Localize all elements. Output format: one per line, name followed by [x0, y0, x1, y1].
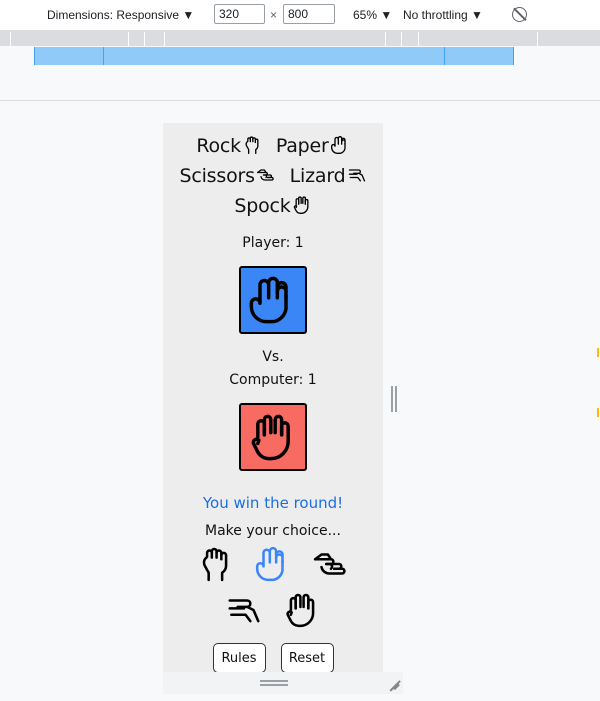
vulcan-salute-icon: [247, 411, 299, 463]
dimension-separator: ×: [270, 8, 278, 22]
open-hand-icon: [330, 135, 350, 155]
action-buttons: Rules Reset: [163, 643, 383, 672]
choice-row-top: [163, 545, 383, 583]
bottom-resize-handle[interactable]: [260, 680, 288, 686]
fist-icon: [242, 135, 262, 155]
pointing-hand-icon: [312, 545, 350, 583]
computer-choice-card: [239, 403, 307, 471]
edge-marker: [597, 408, 599, 417]
vulcan-salute-icon: [283, 591, 321, 629]
computer-score: Computer: 1: [229, 372, 317, 388]
rotate-icon[interactable]: [512, 7, 527, 22]
media-query-ruler[interactable]: [0, 30, 600, 46]
dimensions-dropdown[interactable]: Dimensions: Responsive ▼: [47, 0, 194, 30]
rules-button[interactable]: Rules: [212, 643, 266, 672]
reset-button[interactable]: Reset: [280, 643, 334, 672]
device-toolbar: Dimensions: Responsive ▼ × 65% ▼ No thro…: [0, 0, 600, 30]
choice-rock-button[interactable]: [196, 545, 234, 583]
vs-label: Vs.: [262, 349, 284, 365]
fist-icon: [196, 545, 234, 583]
title-word-scissors: Scissors: [180, 161, 276, 191]
choice-paper-button[interactable]: [254, 545, 292, 583]
breakpoint-bar[interactable]: [34, 47, 514, 65]
title-word-paper: Paper: [276, 131, 350, 161]
title-word-spock: Spock: [234, 191, 311, 221]
zoom-dropdown[interactable]: 65% ▼: [353, 0, 392, 30]
height-input[interactable]: [283, 4, 335, 24]
width-input[interactable]: [214, 4, 265, 24]
open-hand-icon: [247, 274, 299, 326]
choice-spock-button[interactable]: [283, 591, 321, 629]
edge-marker: [597, 348, 599, 357]
toolbar-divider: [0, 100, 600, 101]
title-word-lizard: Lizard: [290, 161, 367, 191]
open-hand-icon: [254, 545, 292, 583]
player-score: Player: 1: [242, 235, 304, 251]
choice-lizard-button[interactable]: [225, 591, 263, 629]
pointing-hand-icon: [256, 165, 276, 185]
vulcan-salute-icon: [292, 195, 312, 215]
choice-scissors-button[interactable]: [312, 545, 350, 583]
corner-resize-handle[interactable]: [387, 676, 401, 690]
choice-prompt: Make your choice...: [205, 523, 341, 539]
lizard-hand-icon: [347, 165, 367, 185]
title-word-rock: Rock: [196, 131, 262, 161]
game-title: Rock Paper Scissors Lizard Spock: [163, 131, 383, 221]
device-viewport: Rock Paper Scissors Lizard Spock Player:…: [163, 123, 383, 672]
round-result: You win the round!: [202, 494, 344, 512]
lizard-hand-icon: [225, 591, 263, 629]
choice-row-bottom: [163, 591, 383, 629]
right-resize-handle[interactable]: [390, 386, 398, 412]
player-choice-card: [239, 266, 307, 334]
throttling-dropdown[interactable]: No throttling ▼: [403, 0, 483, 30]
